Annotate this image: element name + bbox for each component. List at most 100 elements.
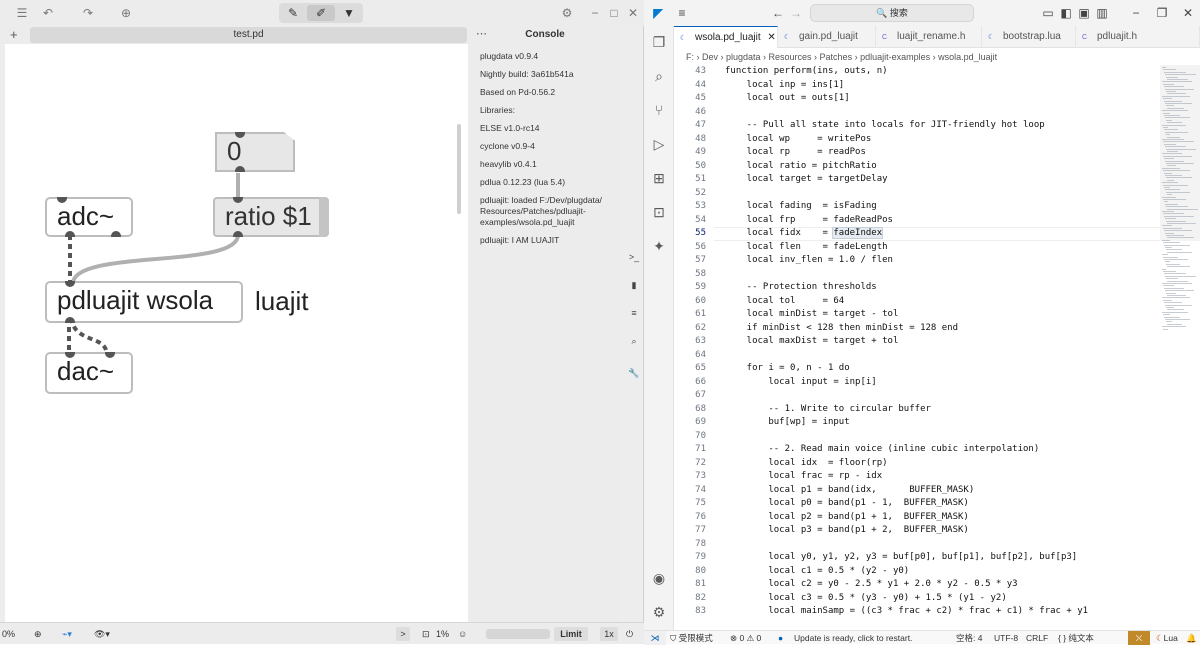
toggle-panel-icon[interactable]: ▣ bbox=[1076, 5, 1092, 21]
pd-sidebar: >_ ▮ ≡ ⌕ 🔧 bbox=[624, 250, 644, 390]
update-bell-icon[interactable]: ● bbox=[778, 631, 783, 645]
line-number: 55 bbox=[695, 228, 706, 238]
outlet-right[interactable] bbox=[111, 231, 121, 237]
line-number: 61 bbox=[695, 309, 706, 319]
remote-indicator-icon[interactable]: ⋊ bbox=[644, 631, 666, 645]
explorer-icon[interactable]: ❐ bbox=[649, 32, 669, 52]
search-icon[interactable]: ⌕ bbox=[627, 334, 641, 348]
outlet[interactable] bbox=[233, 231, 243, 237]
pdluajit-object[interactable]: pdluajit wsola bbox=[45, 281, 243, 323]
layout-panel-icon[interactable]: ▭ bbox=[1040, 5, 1056, 21]
expand-button[interactable]: > bbox=[396, 627, 410, 641]
outlet[interactable] bbox=[235, 166, 245, 172]
documentation-icon[interactable]: ▮ bbox=[627, 278, 641, 292]
code-line: if minDist < 128 then minDist = 128 end bbox=[725, 322, 958, 333]
vs-close-button[interactable]: ✕ bbox=[1180, 5, 1196, 21]
cord-pdluajit-to-dac-right bbox=[69, 317, 109, 355]
new-tab-button[interactable]: + bbox=[10, 26, 18, 44]
pd-menu-icon[interactable]: ☰ bbox=[14, 4, 30, 22]
undo-icon[interactable]: ↶ bbox=[40, 4, 56, 22]
tab-pdluajit-h[interactable]: Cpdluajit.h bbox=[1076, 26, 1200, 48]
minimap[interactable] bbox=[1160, 65, 1200, 630]
line-number: 47 bbox=[695, 120, 706, 130]
snap-icon[interactable]: ⌁▾ bbox=[62, 627, 72, 641]
tab-bootstrap[interactable]: ☾ bootstrap.lua bbox=[982, 26, 1076, 48]
oversample-button[interactable]: 1x bbox=[600, 627, 618, 641]
encoding[interactable]: UTF-8 bbox=[994, 631, 1018, 645]
adc-object[interactable]: adc~ bbox=[45, 197, 133, 237]
run-mode-icon[interactable]: ✐ bbox=[307, 5, 335, 21]
vs-restore-button[interactable]: ❐ bbox=[1154, 5, 1170, 21]
canvas-scrollbar[interactable] bbox=[457, 124, 461, 214]
minimap-line bbox=[1164, 215, 1194, 217]
inlet[interactable] bbox=[235, 132, 245, 138]
language-mode[interactable]: { } 纯文本 bbox=[1058, 631, 1094, 645]
overlay-icon[interactable]: 👁▾ bbox=[94, 627, 110, 641]
remote-explorer-icon[interactable]: ⊡ bbox=[649, 202, 669, 222]
copilot-icon[interactable]: ✦ bbox=[649, 236, 669, 256]
limit-button[interactable]: Limit bbox=[554, 627, 588, 641]
line-number: 81 bbox=[695, 579, 706, 589]
dac-object[interactable]: dac~ bbox=[45, 352, 133, 394]
minimap-line bbox=[1162, 153, 1182, 155]
patch-canvas[interactable]: 0 adc~ ratio $1 pdluajit wsola luajit da… bbox=[5, 44, 468, 622]
search-icon[interactable]: ⌕ bbox=[649, 66, 669, 86]
forward-icon[interactable]: → bbox=[788, 5, 804, 21]
customize-layout-icon[interactable]: ▥ bbox=[1094, 5, 1110, 21]
minimap-line bbox=[1166, 263, 1180, 265]
minimize-button[interactable]: − bbox=[588, 4, 602, 22]
toggle-sidebar-icon[interactable]: ◧ bbox=[1058, 5, 1074, 21]
pd-settings-icon[interactable]: ⚙ bbox=[560, 4, 574, 22]
problems-count[interactable]: ⊗ 0 ⚠ 0 bbox=[730, 631, 761, 645]
back-icon[interactable]: ← bbox=[770, 5, 786, 21]
command-search-box[interactable]: 🔍 搜索 bbox=[810, 4, 974, 22]
minimap-line bbox=[1165, 218, 1176, 220]
end-of-line[interactable]: CRLF bbox=[1026, 631, 1048, 645]
breadcrumb[interactable]: F: › Dev › plugdata › Resources › Patche… bbox=[674, 49, 1200, 65]
code-line: local frp = fadeReadPos bbox=[725, 214, 893, 225]
tab-gain[interactable]: ☾ gain.pd_luajit bbox=[778, 26, 876, 48]
menu-icon[interactable]: ≡ bbox=[674, 5, 690, 21]
tab-test-pd[interactable]: test.pd bbox=[30, 27, 467, 43]
minimap-line bbox=[1165, 131, 1188, 133]
maximize-button[interactable]: □ bbox=[607, 4, 621, 22]
lua-language-status[interactable]: ☾Lua bbox=[1156, 631, 1178, 645]
manage-gear-icon[interactable]: ⚙ bbox=[649, 602, 669, 622]
ratio-message[interactable]: ratio $1 bbox=[213, 197, 329, 237]
code-line: local c2 = y0 - 2.5 * y1 + 2.0 * y2 - 0.… bbox=[725, 579, 1018, 589]
tab-luajit-rename[interactable]: Cluajit_rename.h bbox=[876, 26, 982, 48]
presentation-mode-icon[interactable]: ▼ bbox=[335, 5, 363, 21]
add-object-icon[interactable]: ⊕ bbox=[118, 4, 134, 22]
dsp-icon[interactable]: ⊡ bbox=[422, 627, 430, 641]
notifications-icon[interactable]: 🔔 bbox=[1186, 631, 1197, 645]
outlet[interactable] bbox=[65, 317, 75, 323]
indent-spaces[interactable]: 空格: 4 bbox=[956, 631, 982, 645]
extensions-icon[interactable]: ⊞ bbox=[649, 168, 669, 188]
redo-icon[interactable]: ↷ bbox=[80, 4, 96, 22]
code-line: local rp = readPos bbox=[725, 147, 866, 157]
zoom-level[interactable]: 0% bbox=[2, 627, 15, 641]
volume-icon[interactable]: ☺ bbox=[458, 627, 467, 641]
close-button[interactable]: ✕ bbox=[626, 4, 640, 22]
update-message[interactable]: Update is ready, click to restart. bbox=[794, 631, 912, 645]
wrench-icon[interactable]: 🔧 bbox=[627, 366, 641, 380]
restricted-mode[interactable]: ⛉ 受限模式 bbox=[670, 631, 713, 645]
parameters-icon[interactable]: ≡ bbox=[627, 306, 641, 320]
more-icon[interactable]: ⋯ bbox=[476, 27, 487, 40]
run-debug-icon[interactable]: ▷ bbox=[649, 134, 669, 154]
code-editor[interactable]: 43 function perform(ins, outs, n) 44 local… bbox=[674, 65, 1200, 630]
accounts-icon[interactable]: ◉ bbox=[649, 568, 669, 588]
source-control-icon[interactable]: ⑂ bbox=[649, 100, 669, 120]
console-icon[interactable]: >_ bbox=[627, 250, 641, 264]
outlet-left[interactable] bbox=[65, 231, 75, 237]
minimap-line bbox=[1163, 112, 1170, 114]
power-icon[interactable]: ⏻ bbox=[626, 627, 633, 641]
number-box[interactable]: 0 bbox=[215, 132, 295, 172]
extension-status-icon[interactable]: ⛌ bbox=[1128, 631, 1150, 645]
line-number: 53 bbox=[695, 201, 706, 211]
volume-slider[interactable] bbox=[486, 629, 550, 639]
vs-minimize-button[interactable]: − bbox=[1128, 5, 1144, 21]
tab-wsola[interactable]: ☾ wsola.pd_luajit ✕ bbox=[674, 26, 778, 48]
edit-mode-icon[interactable]: ✎ bbox=[279, 5, 307, 21]
grid-icon[interactable]: ⊕ bbox=[34, 627, 42, 641]
